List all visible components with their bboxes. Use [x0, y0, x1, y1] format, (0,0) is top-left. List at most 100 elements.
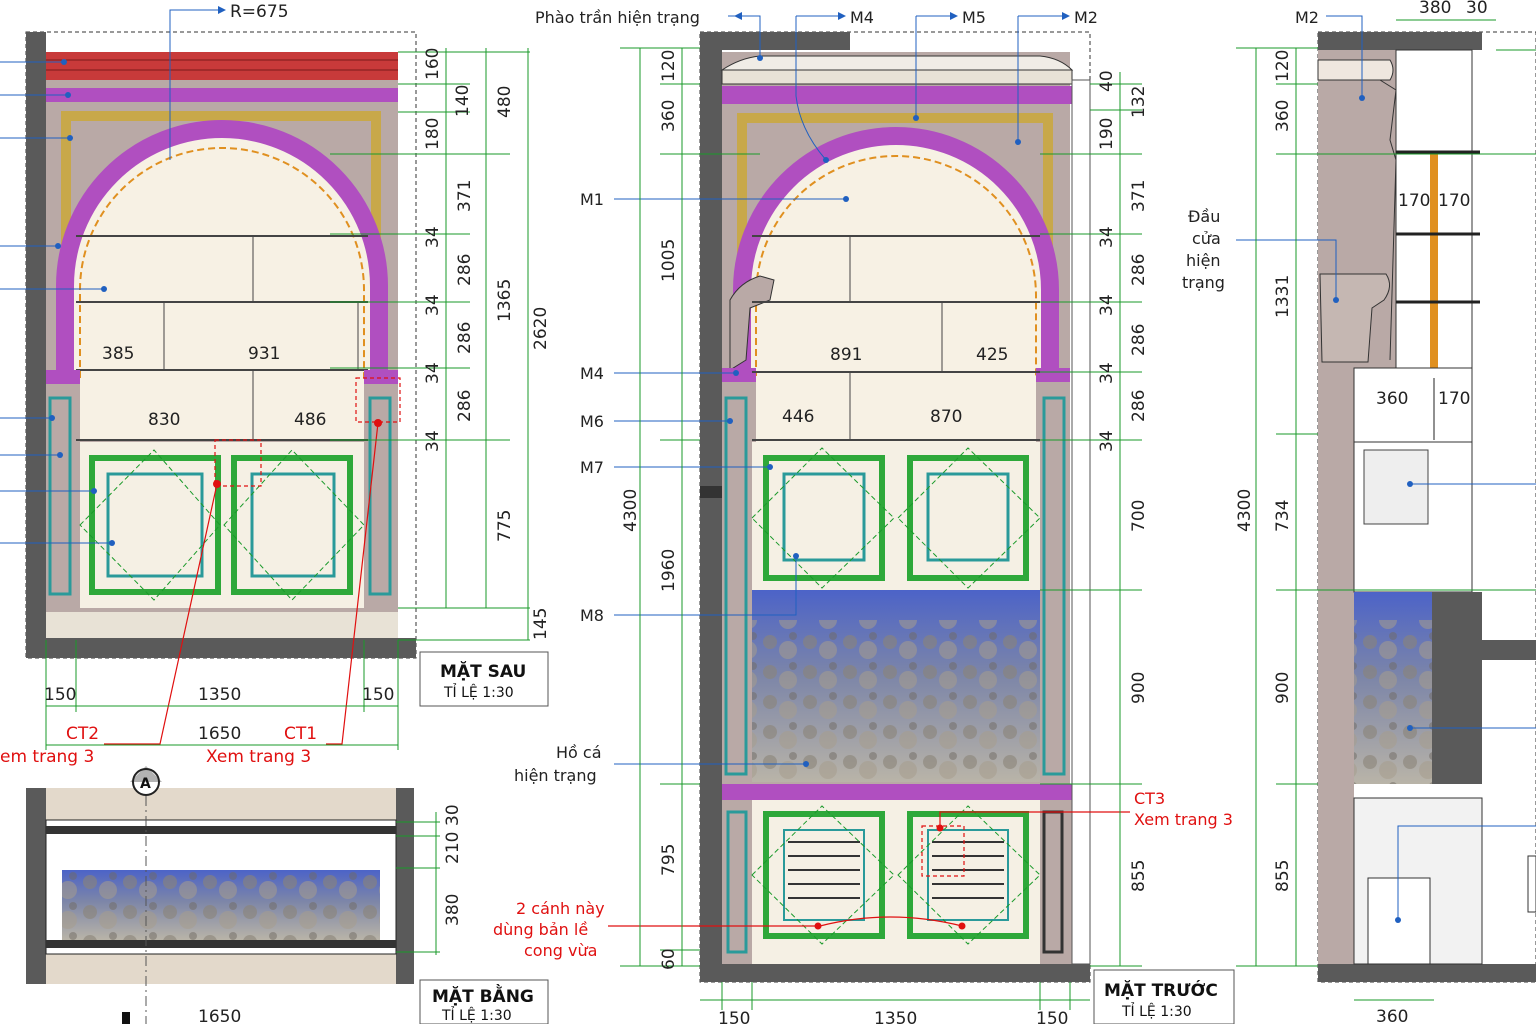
- back-dim-145: 145: [531, 608, 551, 640]
- side-left-120: 120: [1273, 50, 1293, 82]
- label-m6: M6: [580, 412, 604, 431]
- plan-dim-30: 30: [443, 804, 463, 826]
- front-right-190: 190: [1097, 118, 1117, 150]
- side-door-head-3: hiện: [1186, 251, 1221, 270]
- side-left-900: 900: [1273, 672, 1293, 704]
- back-dim-34c: 34: [423, 362, 443, 384]
- side-inner-360: 360: [1376, 389, 1408, 409]
- label-aquarium-1: Hồ cá: [556, 743, 602, 762]
- front-right-855: 855: [1129, 860, 1149, 892]
- front-right-40: 40: [1097, 70, 1117, 92]
- label-phao-tran: Phào trần hiện trạng: [535, 8, 700, 27]
- label-m1: M1: [580, 190, 604, 209]
- label-m4-top: M4: [850, 8, 874, 27]
- back-dim-34a: 34: [423, 226, 443, 248]
- front-view: Phào trần hiện trạng M4 M5 M2 M1 M4 M6 M…: [493, 8, 1235, 1024]
- label-aquarium-2: hiện trạng: [514, 766, 597, 785]
- shelf-width-1: 385: [102, 344, 134, 364]
- front-right-900: 900: [1129, 672, 1149, 704]
- side-inner-170a: 170: [1398, 191, 1430, 211]
- front-left-360: 360: [659, 100, 679, 132]
- front-right-34b: 34: [1097, 294, 1117, 316]
- back-dim-286c: 286: [455, 390, 475, 422]
- drawing-sheet: R=675 385 931 830 486 160 140 180 371 34…: [0, 0, 1536, 1024]
- side-top-30: 30: [1466, 0, 1488, 18]
- back-dim-286b: 286: [455, 322, 475, 354]
- hinge-note-2: dùng bản lề: [493, 920, 588, 939]
- front-right-286a: 286: [1129, 254, 1149, 286]
- callout-ct1-note: Xem trang 3: [206, 747, 311, 767]
- front-left-60: 60: [659, 948, 679, 970]
- back-dim-371: 371: [455, 180, 475, 212]
- side-left-360: 360: [1273, 100, 1293, 132]
- side-bottom-360: 360: [1376, 1007, 1408, 1024]
- back-bottom-150b: 150: [362, 685, 394, 705]
- plan-view: A 30 210 380 1650 MẶT BẰNG TỈ LỆ 1:30: [26, 766, 549, 1024]
- callout-ct3: CT3: [1134, 789, 1165, 808]
- label-m8: M8: [580, 606, 604, 625]
- front-right-34c: 34: [1097, 362, 1117, 384]
- shelf-width-3: 830: [148, 410, 180, 430]
- front-left-1960: 1960: [659, 549, 679, 592]
- front-right-286c: 286: [1129, 390, 1149, 422]
- side-label-m2: M2: [1295, 8, 1319, 27]
- callout-ct1: CT1: [284, 724, 317, 744]
- label-m7: M7: [580, 458, 604, 477]
- front-left-795: 795: [659, 844, 679, 876]
- crown-molding: [46, 52, 398, 80]
- front-right-34d: 34: [1097, 430, 1117, 452]
- plan-view-title: MẶT BẰNG: [432, 983, 534, 1007]
- label-m5: M5: [962, 8, 986, 27]
- back-dim-775: 775: [495, 510, 515, 542]
- label-m4: M4: [580, 364, 604, 383]
- side-top-380: 380: [1419, 0, 1451, 18]
- callout-ct2: CT2: [66, 724, 99, 744]
- front-view-scale: TỈ LỆ 1:30: [1121, 1002, 1192, 1020]
- back-view-scale: TỈ LỆ 1:30: [443, 683, 514, 701]
- plan-dim-380: 380: [443, 894, 463, 926]
- side-left-1331: 1331: [1273, 275, 1293, 318]
- front-right-700: 700: [1129, 500, 1149, 532]
- back-view: R=675 385 931 830 486 160 140 180 371 34…: [0, 2, 551, 767]
- label-m2: M2: [1074, 8, 1098, 27]
- side-door-head-2: cửa: [1192, 229, 1221, 248]
- front-right-34a: 34: [1097, 226, 1117, 248]
- front-view-title: MẶT TRƯỚC: [1104, 979, 1218, 1001]
- side-inner-170b: 170: [1438, 191, 1470, 211]
- front-bottom-150a: 150: [718, 1009, 750, 1024]
- front-right-371: 371: [1129, 180, 1149, 212]
- front-shelf-446: 446: [782, 407, 814, 427]
- front-right-132: 132: [1129, 86, 1149, 118]
- front-left-120: 120: [659, 50, 679, 82]
- back-dim-140: 140: [453, 85, 473, 117]
- side-door-head-4: trạng: [1182, 273, 1225, 292]
- back-dim-160: 160: [423, 48, 443, 80]
- side-view: M2 Đầu cửa hiện trạng 380 30 170 170 360…: [1182, 0, 1536, 1024]
- front-bottom-150b: 150: [1036, 1009, 1068, 1024]
- back-view-title: MẶT SAU: [440, 660, 526, 682]
- front-left-1005: 1005: [659, 239, 679, 282]
- wall-left: [26, 32, 46, 658]
- back-dim-286a: 286: [455, 254, 475, 286]
- back-bottom-1650: 1650: [198, 724, 241, 744]
- back-dim-180: 180: [423, 118, 443, 150]
- back-bottom-1350: 1350: [198, 685, 241, 705]
- back-dim-34b: 34: [423, 294, 443, 316]
- plan-bottom-1650: 1650: [198, 1007, 241, 1024]
- side-left-734: 734: [1273, 500, 1293, 532]
- front-right-286b: 286: [1129, 324, 1149, 356]
- side-inner-170c: 170: [1438, 389, 1470, 409]
- side-left-855: 855: [1273, 860, 1293, 892]
- side-left-4300: 4300: [1235, 489, 1255, 532]
- shelf-width-2: 931: [248, 344, 280, 364]
- shelf-width-4: 486: [294, 410, 326, 430]
- callout-ct3-note: Xem trang 3: [1134, 810, 1233, 829]
- plan-dim-210: 210: [443, 832, 463, 864]
- plan-view-scale: TỈ LỆ 1:30: [441, 1006, 512, 1024]
- hinge-note-1: 2 cánh này: [516, 899, 605, 918]
- front-left-4300: 4300: [621, 489, 641, 532]
- radius-label: R=675: [230, 2, 289, 22]
- back-dim-34d: 34: [423, 430, 443, 452]
- side-door-head-1: Đầu: [1188, 207, 1220, 226]
- hinge-note-3: cong vừa: [524, 941, 597, 960]
